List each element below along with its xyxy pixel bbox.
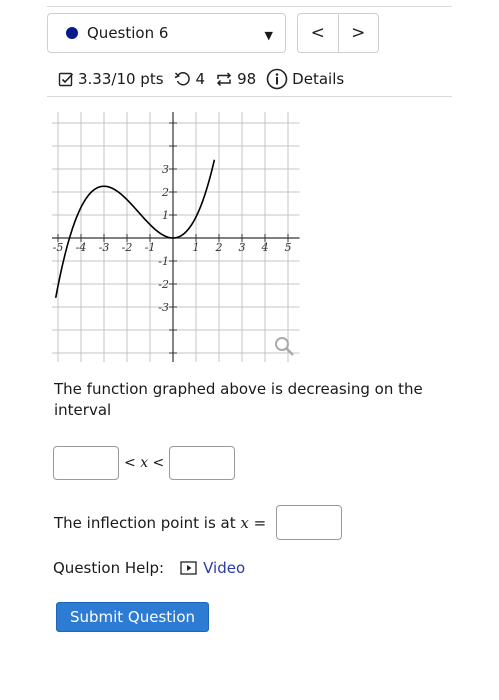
x-tick-label: -4 (76, 241, 87, 254)
y-tick-label: 2 (161, 186, 169, 199)
question-prompt: The function graphed above is decreasing… (54, 380, 423, 419)
next-question-button[interactable]: > (337, 14, 379, 52)
y-tick-label: -3 (158, 301, 169, 314)
x-tick-label: 3 (239, 241, 246, 254)
less-than-symbol: < (152, 455, 165, 471)
interval-lower-input[interactable] (53, 446, 119, 480)
variable-x: x (240, 514, 249, 532)
question-select[interactable]: Question 6 ▼ (47, 13, 286, 53)
interval-inequality: < x < (124, 455, 164, 471)
function-graph: -5 -4 -3 -2 -1 1 2 3 4 5 3 2 1 -1 -2 -3 (52, 112, 300, 362)
equals-symbol: = (253, 514, 267, 532)
variable-x: x (140, 455, 149, 471)
interval-upper-input[interactable] (169, 446, 235, 480)
retry-icon (174, 71, 192, 87)
video-link-label: Video (203, 559, 246, 577)
magnify-icon[interactable] (275, 337, 294, 356)
x-tick-label: -3 (99, 241, 110, 254)
y-tick-label: 3 (162, 163, 169, 176)
inflection-label: The inflection point is at x = (54, 514, 266, 532)
retries-count: 4 (195, 70, 206, 88)
chevron-right-icon: > (351, 23, 366, 43)
y-tick-label: 1 (162, 209, 169, 222)
inflection-text: The inflection point is at (54, 514, 236, 532)
attempts-icon (215, 71, 233, 87)
details-link[interactable]: Details (292, 70, 344, 88)
question-help: Question Help: Video (53, 559, 245, 577)
previous-question-button[interactable]: < (298, 14, 338, 52)
info-icon[interactable] (266, 68, 288, 90)
video-icon (180, 561, 197, 575)
x-tick-label: -1 (145, 241, 156, 254)
caret-down-icon: ▼ (264, 29, 273, 42)
x-tick-label: -5 (53, 241, 64, 254)
question-select-label: Question 6 (87, 24, 169, 42)
less-than-symbol: < (124, 455, 136, 471)
x-tick-label: 5 (285, 241, 292, 254)
x-tick-label: 1 (193, 241, 200, 254)
inflection-input[interactable] (276, 505, 342, 540)
chevron-left-icon: < (310, 23, 325, 43)
x-tick-label: -2 (122, 241, 133, 254)
x-tick-label: 4 (261, 241, 269, 254)
top-divider (47, 6, 452, 7)
y-tick-label: -2 (158, 278, 169, 291)
function-curve (54, 159, 216, 298)
y-tick-label: -1 (158, 255, 169, 268)
score-text: 3.33/10 pts (78, 70, 164, 88)
status-divider (47, 96, 452, 97)
attempts-count: 98 (237, 70, 257, 88)
video-link[interactable]: Video (180, 559, 245, 577)
question-help-label: Question Help: (53, 559, 165, 577)
submit-question-button[interactable]: Submit Question (56, 602, 209, 632)
question-status-bar: 3.33/10 pts 4 98 Details (58, 66, 344, 92)
graph-curve (54, 159, 216, 298)
score-check-icon (58, 71, 74, 87)
question-nav: < > (297, 13, 379, 53)
question-status-dot (66, 27, 78, 39)
x-tick-label: 2 (215, 241, 223, 254)
